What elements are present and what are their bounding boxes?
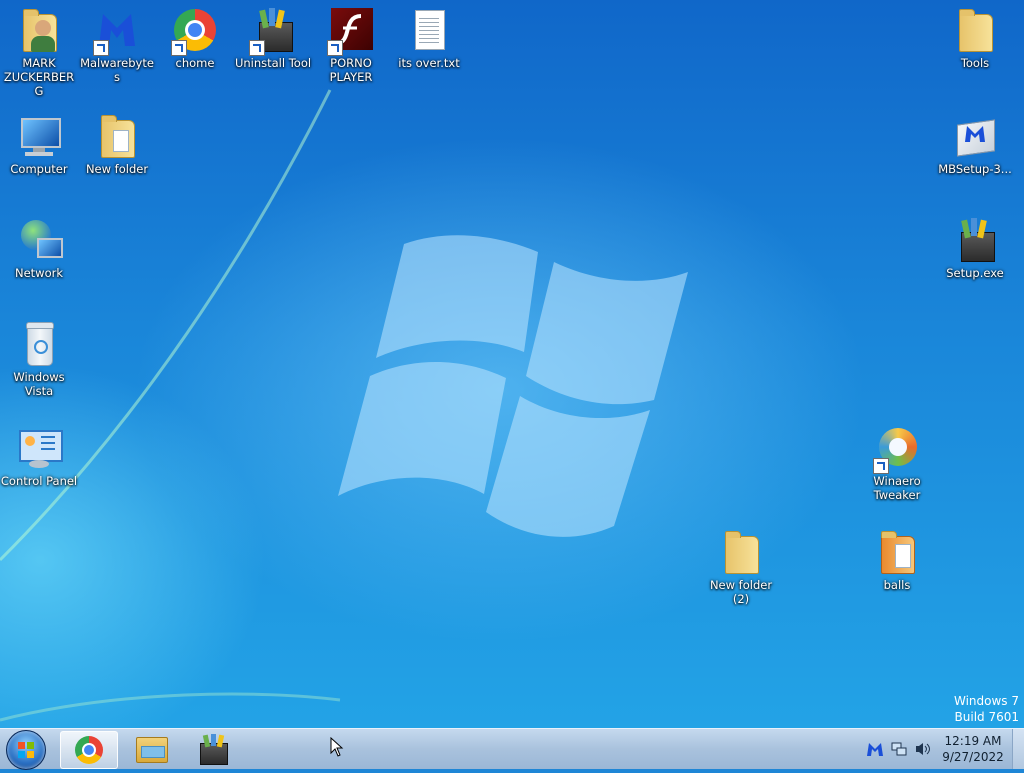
show-desktop-button[interactable] [1012, 729, 1024, 769]
folder-icon [93, 112, 141, 160]
tray-malwarebytes-icon[interactable] [866, 741, 884, 757]
shortcut-arrow-icon [327, 40, 343, 56]
desktop-icon-computer[interactable]: Computer [0, 112, 78, 176]
icon-label: Control Panel [0, 474, 78, 488]
shortcut-arrow-icon [171, 40, 187, 56]
desktop-icon-winaero-tweaker[interactable]: Winaero Tweaker [858, 424, 936, 502]
icon-label: Setup.exe [946, 266, 1004, 280]
taskbar-uninstall-tool-button[interactable] [186, 731, 242, 767]
windows-build-watermark: Windows 7 Build 7601 [954, 693, 1019, 725]
taskbar-chrome-button[interactable] [60, 731, 118, 769]
desktop-icon-network[interactable]: Network [0, 216, 78, 280]
watermark-line-1: Windows 7 [953, 694, 1019, 708]
taskbar-explorer-button[interactable] [124, 731, 180, 767]
shortcut-arrow-icon [873, 458, 889, 474]
desktop-icon-balls[interactable]: balls [858, 528, 936, 592]
user-folder-icon [15, 6, 63, 54]
icon-label: Windows Vista [13, 370, 65, 398]
chrome-icon [75, 736, 103, 764]
icon-label: chome [175, 56, 215, 70]
desktop-icon-tools[interactable]: Tools [936, 6, 1014, 70]
shortcut-arrow-icon [249, 40, 265, 56]
icon-label: Winaero Tweaker [873, 474, 921, 502]
desktop-icon-chome[interactable]: chome [156, 6, 234, 70]
desktop-icon-control-panel[interactable]: Control Panel [0, 424, 78, 488]
icon-label: Computer [10, 162, 68, 176]
clock-time: 12:19 AM [944, 734, 1002, 748]
folder-icon [951, 6, 999, 54]
folder-icon [717, 528, 765, 576]
flash-player-icon [327, 6, 375, 56]
windows-logo-icon [18, 742, 34, 758]
icon-label: Malwarebytes [80, 56, 154, 84]
icon-label: New folder (2) [709, 578, 773, 606]
shortcut-arrow-icon [93, 40, 109, 56]
tray-network-icon[interactable] [890, 741, 908, 757]
desktop-icon-mbsetup[interactable]: MBSetup-3... [936, 112, 1014, 176]
desktop-icon-uninstall-tool[interactable]: Uninstall Tool [234, 6, 312, 70]
desktop-icon-new-folder[interactable]: New folder [78, 112, 156, 176]
clock-date: 9/27/2022 [942, 750, 1004, 764]
mouse-pointer-icon [330, 737, 344, 757]
desktop-icon-new-folder-2[interactable]: New folder (2) [702, 528, 780, 606]
windows-logo-wallpaper [0, 89, 688, 722]
tray-volume-icon[interactable] [914, 741, 932, 757]
malwarebytes-icon [93, 6, 141, 56]
uninstall-tool-icon [249, 6, 297, 56]
taskbar: 12:19 AM 9/27/2022 [0, 728, 1024, 770]
icon-label: MBSetup-3... [938, 162, 1012, 176]
icon-label: New folder [85, 162, 149, 176]
installer-box-icon [951, 112, 999, 160]
winaero-tweaker-icon [873, 424, 921, 474]
computer-icon [15, 112, 63, 160]
control-panel-icon [15, 424, 63, 472]
folder-icon [873, 528, 921, 576]
icon-label: Uninstall Tool [234, 56, 312, 70]
desktop-icon-setup-exe[interactable]: Setup.exe [936, 216, 1014, 280]
desktop-wallpaper: MARK ZUCKERBERG Computer Network Windows… [0, 0, 1024, 728]
icon-label: its over.txt [398, 56, 460, 70]
setup-icon [951, 216, 999, 264]
desktop-icon-its-over-txt[interactable]: its over.txt [390, 6, 468, 70]
network-icon [15, 216, 63, 264]
recycle-bin-icon [15, 320, 63, 368]
desktop-icon-porno-player[interactable]: PORNO PLAYER [312, 6, 390, 84]
start-button[interactable] [6, 730, 46, 770]
desktop-icon-mark-zuckerberg[interactable]: MARK ZUCKERBERG [0, 6, 78, 98]
icon-label: PORNO PLAYER [329, 56, 373, 84]
icon-label: balls [883, 578, 911, 592]
desktop-icon-windows-vista[interactable]: Windows Vista [0, 320, 78, 398]
system-clock[interactable]: 12:19 AM 9/27/2022 [940, 733, 1006, 765]
file-explorer-icon [136, 737, 168, 763]
chrome-icon [171, 6, 219, 56]
icon-label: Tools [960, 56, 990, 70]
icon-label: Network [14, 266, 64, 280]
desktop-icon-malwarebytes[interactable]: Malwarebytes [78, 6, 156, 84]
icon-label: MARK ZUCKERBERG [3, 56, 75, 98]
watermark-line-2: Build 7601 [954, 710, 1019, 724]
text-file-icon [405, 6, 453, 54]
